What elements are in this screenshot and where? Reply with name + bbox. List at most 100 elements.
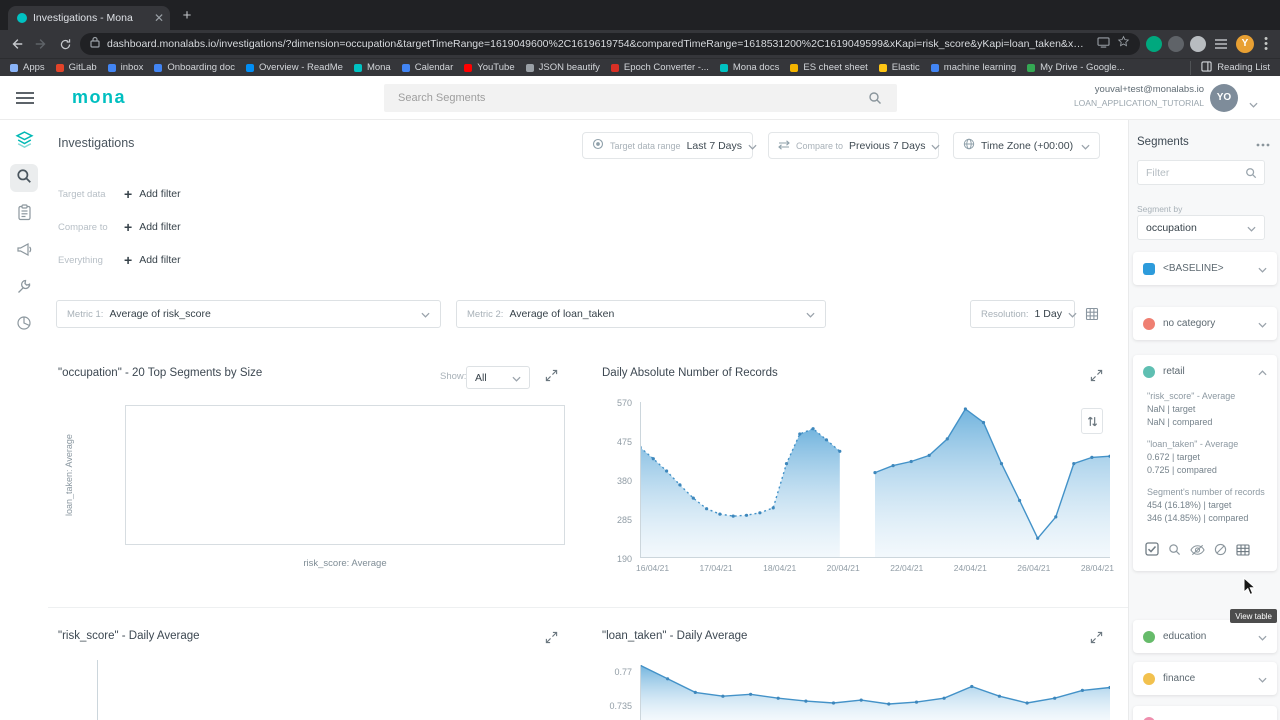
bookmark-item[interactable]: machine learning — [930, 62, 1016, 73]
extension-icon[interactable] — [1146, 36, 1162, 52]
expand-icon[interactable] — [1090, 369, 1103, 382]
chevron-down-icon[interactable] — [1258, 628, 1267, 646]
plus-icon: + — [124, 252, 133, 268]
segment-card[interactable]: retail "risk_score" - Average NaN | target… — [1133, 355, 1277, 571]
extension-icon[interactable] — [1168, 36, 1184, 52]
segment-card-header[interactable]: finance — [1133, 662, 1277, 695]
bookmark-item[interactable]: Apps — [10, 62, 45, 73]
back-icon[interactable] — [8, 35, 26, 53]
nav-data-item[interactable] — [10, 311, 38, 339]
bookmark-item[interactable]: Mona docs — [719, 62, 779, 73]
forward-icon[interactable] — [32, 35, 50, 53]
reading-list-button[interactable]: Reading List — [1190, 60, 1270, 75]
segment-card[interactable]: no category — [1133, 307, 1277, 340]
records-plot-area[interactable] — [638, 402, 1112, 558]
grid-view-button[interactable] — [1082, 304, 1102, 324]
exclude-icon[interactable] — [1214, 543, 1227, 561]
bookmark-item[interactable]: GitLab — [55, 62, 97, 73]
browser-tab[interactable]: Investigations - Mona ✕ — [8, 6, 170, 30]
bookmark-item[interactable]: Elastic — [878, 62, 920, 73]
bookmark-item[interactable]: JSON beautify — [525, 62, 600, 73]
risk-plot-area[interactable] — [97, 660, 537, 720]
bookmark-item[interactable]: Epoch Converter -... — [610, 62, 709, 73]
bookmark-star-icon[interactable] — [1117, 35, 1130, 53]
tab-close-icon[interactable]: ✕ — [154, 12, 164, 24]
show-label: Show: — [440, 371, 467, 382]
segment-card[interactable]: finance — [1133, 662, 1277, 695]
reload-icon[interactable] — [56, 35, 74, 53]
metric1-select[interactable]: Metric 1: Average of risk_score — [56, 300, 441, 328]
bookmark-favicon — [353, 63, 362, 72]
new-tab-button[interactable]: + — [178, 7, 196, 25]
extensions-menu-icon[interactable] — [1212, 35, 1230, 53]
segment-card[interactable]: education — [1133, 620, 1277, 653]
nav-dashboards-item[interactable] — [10, 128, 38, 156]
compare-to-dropdown[interactable]: Compare to Previous 7 Days — [768, 132, 941, 159]
expand-icon[interactable] — [545, 369, 558, 382]
segment-card[interactable] — [1133, 706, 1277, 720]
show-select[interactable]: All — [466, 366, 530, 389]
resolution-select[interactable]: Resolution: 1 Day — [970, 300, 1077, 328]
chevron-up-icon[interactable] — [1258, 363, 1267, 381]
bookmark-item[interactable]: YouTube — [464, 62, 515, 73]
browser-profile-avatar[interactable]: Y — [1236, 35, 1254, 53]
expand-icon[interactable] — [545, 631, 558, 644]
segment-card-header[interactable]: education — [1133, 620, 1277, 653]
more-menu-icon[interactable] — [1256, 134, 1270, 152]
view-table-icon[interactable] — [1236, 543, 1250, 561]
nav-reports-item[interactable] — [10, 201, 38, 229]
nav-insights-item[interactable] — [10, 238, 38, 266]
bookmark-item[interactable]: ES cheet sheet — [790, 62, 868, 73]
metric2-select[interactable]: Metric 2: Average of loan_taken — [456, 300, 826, 328]
account-chevron-down-icon[interactable] — [1249, 95, 1258, 113]
extension-icon[interactable] — [1190, 36, 1206, 52]
hide-icon[interactable] — [1190, 543, 1205, 561]
bookmark-item[interactable]: Onboarding doc — [154, 62, 235, 73]
zoom-icon[interactable] — [1168, 543, 1181, 561]
bookmark-item[interactable]: Calendar — [401, 62, 453, 73]
segment-card[interactable]: <BASELINE> — [1133, 252, 1277, 285]
chevron-down-icon[interactable] — [1258, 260, 1267, 278]
chevron-down-icon[interactable] — [1258, 315, 1267, 333]
add-filter-button[interactable]: + Add filter — [124, 253, 181, 267]
add-filter-button[interactable]: + Add filter — [124, 187, 181, 201]
target-range-dropdown[interactable]: Target data range Last 7 Days — [582, 132, 757, 159]
scatter-plot-area[interactable] — [125, 405, 565, 545]
segment-by-select[interactable]: occupation — [1137, 215, 1265, 240]
chevron-down-icon[interactable] — [1258, 714, 1267, 720]
expand-icon[interactable] — [1090, 631, 1103, 644]
bookmarks-bar-items: Apps GitLab inbox Onboarding doc Overview - … — [10, 62, 1125, 73]
segment-card-header[interactable] — [1133, 706, 1277, 720]
bookmark-item[interactable]: inbox — [107, 62, 143, 73]
records-chart-title: Daily Absolute Number of Records — [602, 367, 778, 379]
timezone-dropdown[interactable]: Time Zone (+00:00) — [953, 132, 1100, 159]
filter-row: Compare to + Add filter — [58, 216, 181, 238]
select-checkbox[interactable] — [1145, 542, 1159, 561]
nav-investigations-item[interactable] — [10, 164, 38, 192]
segment-card-header[interactable]: no category — [1133, 307, 1277, 340]
url-text[interactable]: dashboard.monalabs.io/investigations/?di… — [107, 38, 1090, 50]
search-input[interactable] — [384, 84, 897, 112]
segment-detail-title: "risk_score" - Average — [1147, 391, 1236, 401]
hamburger-menu-icon[interactable] — [16, 92, 34, 104]
bookmark-item[interactable]: Overview - ReadMe — [245, 62, 343, 73]
browser-menu-icon[interactable]: • • • — [1260, 33, 1272, 54]
search-icon[interactable] — [868, 91, 882, 110]
chevron-down-icon[interactable] — [1258, 670, 1267, 688]
x-tick-label: 16/04/21 — [636, 563, 670, 573]
nav-config-item[interactable] — [10, 275, 38, 303]
bookmark-item[interactable]: My Drive - Google... — [1027, 62, 1125, 73]
segment-by-label: Segment by — [1137, 204, 1183, 214]
avatar[interactable]: YO — [1210, 84, 1238, 112]
bookmark-item[interactable]: Mona — [353, 62, 391, 73]
segment-card-header[interactable]: retail — [1133, 355, 1277, 388]
add-filter-button[interactable]: + Add filter — [124, 220, 181, 234]
chevron-down-icon — [512, 369, 521, 387]
address-bar[interactable]: dashboard.monalabs.io/investigations/?di… — [80, 33, 1140, 55]
segment-card-header[interactable]: <BASELINE> — [1133, 252, 1277, 285]
filter-row: Target data + Add filter — [58, 183, 181, 205]
chart-sort-button[interactable] — [1081, 408, 1103, 434]
loan-plot-area[interactable] — [638, 663, 1112, 720]
cast-icon[interactable] — [1097, 35, 1110, 53]
bookmark-favicon — [107, 63, 116, 72]
